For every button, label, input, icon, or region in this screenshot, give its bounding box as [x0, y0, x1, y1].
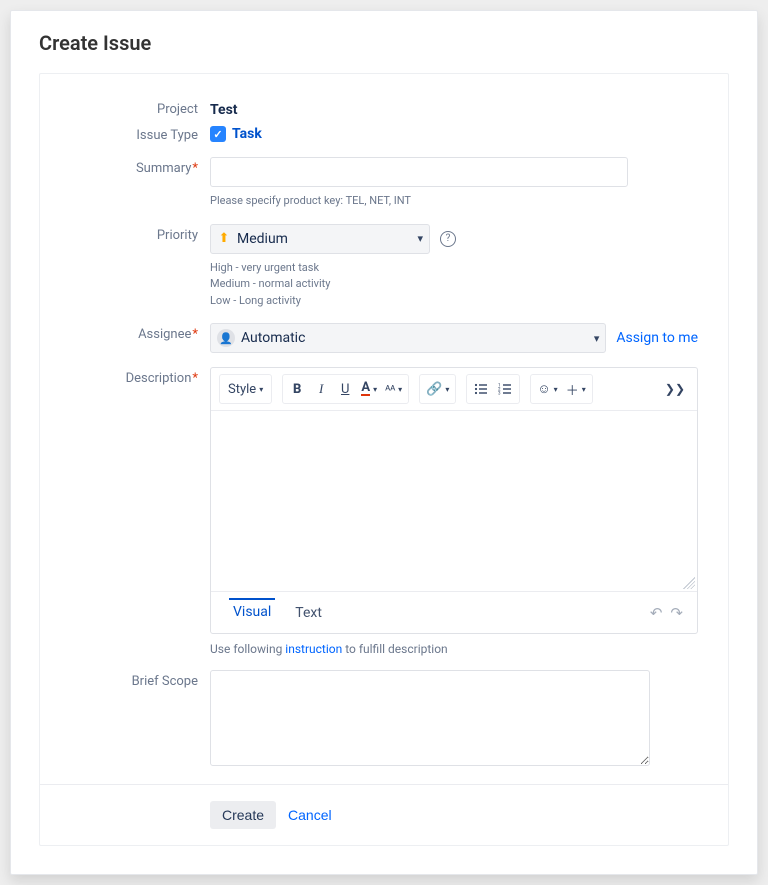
task-icon: ✓ — [210, 126, 226, 142]
assignee-value: Automatic — [241, 330, 305, 346]
help-icon[interactable]: ? — [440, 231, 456, 247]
bullet-list-button[interactable] — [469, 377, 493, 401]
editor-mode-tabs: Visual Text ↶ ↷ — [211, 591, 697, 633]
row-project: Project Test — [50, 98, 698, 118]
issue-type-value: ✓ Task — [210, 124, 698, 142]
underline-button[interactable]: U — [333, 377, 357, 401]
instruction-link[interactable]: instruction — [285, 642, 342, 656]
priority-select[interactable]: ⬆ Medium ▾ — [210, 224, 430, 254]
row-priority: Priority ⬆ Medium ▾ ? — [50, 224, 698, 310]
brief-scope-textarea[interactable] — [210, 670, 650, 766]
bold-button[interactable]: B — [285, 377, 309, 401]
project-value: Test — [210, 98, 698, 118]
editor-style-button[interactable]: Style▾ — [222, 377, 269, 401]
page-title: Create Issue — [39, 31, 729, 55]
form-card: Project Test Issue Type ✓ Task Summary P… — [39, 73, 729, 846]
label-summary: Summary — [50, 157, 210, 210]
emoji-button[interactable]: ☺▾ — [533, 377, 561, 401]
editor-body[interactable] — [211, 411, 697, 591]
priority-hint-high: High - very urgent task — [210, 260, 698, 277]
collapse-toolbar-icon[interactable]: ❯❯ — [661, 382, 689, 396]
description-hint: Use following instruction to fulfill des… — [210, 642, 698, 656]
link-button[interactable]: 🔗▾ — [422, 377, 453, 401]
resize-handle[interactable] — [683, 577, 695, 589]
assign-to-me-link[interactable]: Assign to me — [616, 330, 698, 346]
text-color-button[interactable]: A▾ — [357, 377, 381, 401]
priority-hint-low: Low - Long activity — [210, 293, 698, 310]
desc-hint-pre: Use following — [210, 642, 285, 656]
desc-hint-post: to fulfill description — [342, 642, 447, 656]
redo-button[interactable]: ↷ — [666, 604, 687, 622]
editor-style-label: Style — [228, 382, 256, 397]
label-brief-scope: Brief Scope — [50, 670, 210, 770]
label-priority: Priority — [50, 224, 210, 310]
tab-text[interactable]: Text — [291, 599, 326, 627]
svg-text:3: 3 — [498, 391, 501, 397]
undo-button[interactable]: ↶ — [646, 604, 667, 622]
priority-medium-icon: ⬆ — [217, 232, 231, 246]
chevron-down-icon: ▾ — [594, 332, 600, 345]
summary-hint: Please specify product key: TEL, NET, IN… — [210, 193, 698, 210]
insert-button[interactable]: ＋▾ — [562, 377, 590, 401]
label-assignee: Assignee — [50, 323, 210, 353]
create-issue-panel: Create Issue Project Test Issue Type ✓ T… — [10, 10, 758, 875]
user-icon: 👤 — [217, 329, 235, 347]
summary-input[interactable] — [210, 157, 628, 187]
create-button[interactable]: Create — [210, 801, 276, 829]
italic-button[interactable]: I — [309, 377, 333, 401]
issue-type-text: Task — [232, 126, 262, 142]
label-issue-type: Issue Type — [50, 124, 210, 143]
row-brief-scope: Brief Scope — [50, 670, 698, 770]
row-summary: Summary Please specify product key: TEL,… — [50, 157, 698, 210]
priority-value: Medium — [237, 231, 288, 247]
priority-hint-medium: Medium - normal activity — [210, 276, 698, 293]
rich-text-editor: Style▾ B I U A▾ ᴬᴬ▾ 🔗▾ — [210, 367, 698, 634]
cancel-button[interactable]: Cancel — [288, 807, 332, 823]
row-issue-type: Issue Type ✓ Task — [50, 124, 698, 143]
tab-visual[interactable]: Visual — [229, 598, 275, 626]
row-description: Description Style▾ B I U A▾ — [50, 367, 698, 656]
label-project: Project — [50, 98, 210, 118]
form-footer: Create Cancel — [50, 785, 698, 837]
editor-toolbar: Style▾ B I U A▾ ᴬᴬ▾ 🔗▾ — [211, 368, 697, 411]
number-list-button[interactable]: 123 — [493, 377, 517, 401]
label-description: Description — [50, 367, 210, 656]
chevron-down-icon: ▾ — [417, 232, 423, 245]
row-assignee: Assignee 👤 Automatic ▾ Assign to me — [50, 323, 698, 353]
priority-hints: High - very urgent task Medium - normal … — [210, 260, 698, 310]
assignee-select[interactable]: 👤 Automatic ▾ — [210, 323, 606, 353]
more-text-button[interactable]: ᴬᴬ▾ — [381, 377, 406, 401]
